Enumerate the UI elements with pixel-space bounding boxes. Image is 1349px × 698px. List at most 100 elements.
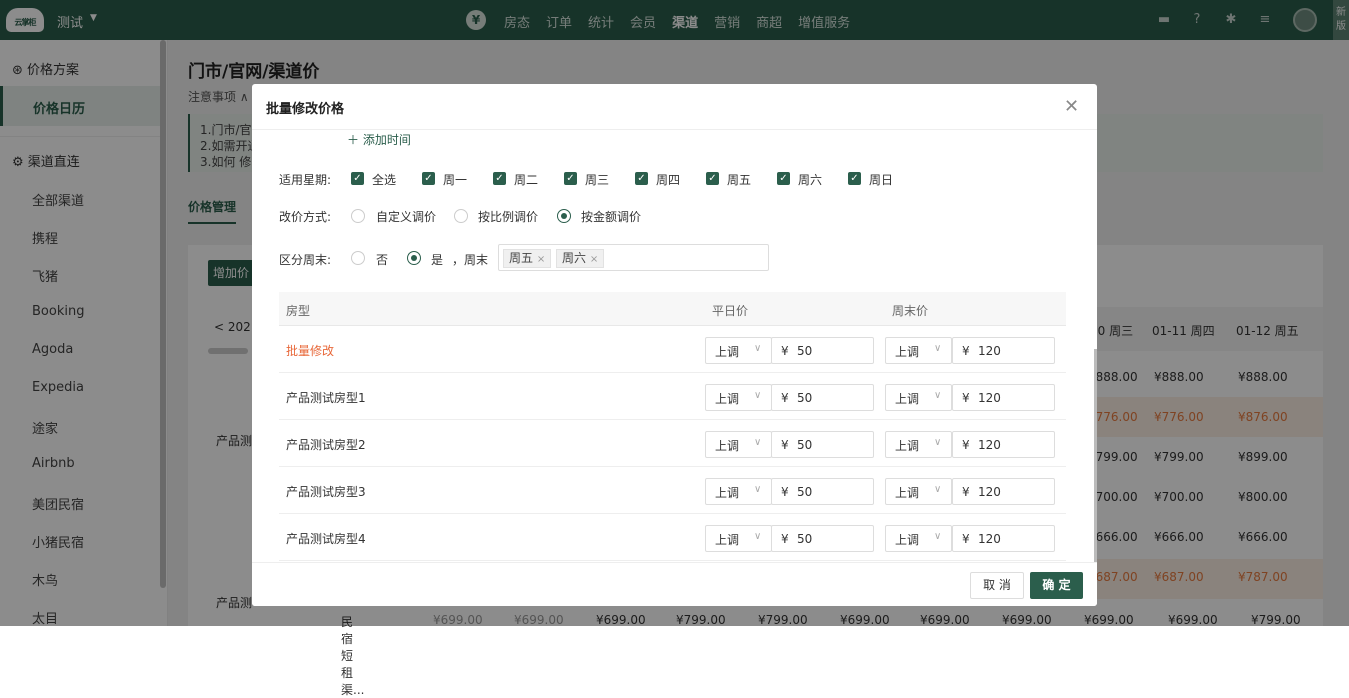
weekend-adjust-select[interactable]: 上调 ∨: [885, 431, 952, 458]
weekday-label: 适用星期:: [279, 173, 332, 187]
close-icon[interactable]: ×: [537, 254, 545, 265]
room-name[interactable]: 批量修改: [286, 342, 334, 359]
weekend-tag-select[interactable]: 周五 × 周六 ×: [498, 244, 769, 271]
radio-weekend-no[interactable]: [351, 251, 365, 265]
method-label: 改价方式:: [279, 210, 332, 224]
dialog-scrollbar[interactable]: [1094, 349, 1097, 564]
room-name: 产品测试房型1: [286, 391, 366, 405]
chevron-down-icon: ∨: [934, 390, 942, 401]
input-value: 50: [797, 344, 813, 358]
room-name: 产品测试房型3: [286, 485, 366, 499]
chevron-down-icon: ∨: [754, 484, 762, 495]
chevron-down-icon: ∨: [754, 390, 762, 401]
column-header: 周末价: [892, 304, 929, 318]
weekday-checkbox[interactable]: ✓: [706, 172, 719, 185]
radio-custom[interactable]: [351, 209, 365, 223]
radio-weekend-yes[interactable]: [407, 251, 421, 265]
radio-ratio[interactable]: [454, 209, 468, 223]
weekday-label[interactable]: 周五: [727, 171, 751, 188]
close-icon[interactable]: ✕: [1064, 96, 1079, 117]
currency-symbol: ¥: [781, 485, 789, 499]
select-value: 上调: [715, 439, 740, 453]
input-value: 120: [978, 438, 1001, 452]
weekday-adjust-select[interactable]: 上调 ∨: [705, 337, 772, 364]
weekday-label[interactable]: 全选: [372, 171, 396, 188]
chevron-down-icon: ∨: [934, 437, 942, 448]
currency-symbol: ¥: [962, 391, 970, 405]
weekday-checkbox[interactable]: ✓: [777, 172, 790, 185]
select-value: 上调: [895, 533, 920, 547]
dialog-footer: 取 消 确 定: [252, 562, 1097, 606]
close-icon[interactable]: ×: [590, 254, 598, 265]
weekday-checkbox[interactable]: ✓: [351, 172, 364, 185]
input-value: 50: [797, 438, 813, 452]
weekday-price-input[interactable]: ¥50: [771, 384, 874, 411]
weekday-price-input[interactable]: ¥50: [771, 337, 874, 364]
weekday-price-input[interactable]: ¥50: [771, 478, 874, 505]
weekday-adjust-select[interactable]: 上调 ∨: [705, 384, 772, 411]
radio-label[interactable]: 否: [376, 251, 388, 268]
weekday-price-input[interactable]: ¥50: [771, 431, 874, 458]
weekend-adjust-select[interactable]: 上调 ∨: [885, 337, 952, 364]
weekday-adjust-select[interactable]: 上调 ∨: [705, 525, 772, 552]
weekday-checkbox[interactable]: ✓: [635, 172, 648, 185]
weekend-label: 区分周末:: [279, 253, 332, 267]
chevron-down-icon: ∨: [934, 343, 942, 354]
weekday-label[interactable]: 周四: [656, 171, 680, 188]
weekend-price-input[interactable]: ¥120: [952, 337, 1055, 364]
chevron-down-icon: ∨: [754, 437, 762, 448]
weekday-label[interactable]: 周二: [514, 171, 538, 188]
room-row: 产品测试房型2 上调 ∨ ¥50 上调 ∨ ¥120: [279, 420, 1066, 467]
weekday-checkbox[interactable]: ✓: [493, 172, 506, 185]
weekday-checkbox[interactable]: ✓: [422, 172, 435, 185]
room-row: 产品测试房型1 上调 ∨ ¥50 上调 ∨ ¥120: [279, 373, 1066, 420]
input-value: 120: [978, 485, 1001, 499]
input-value: 120: [978, 391, 1001, 405]
weekday-checkbox[interactable]: ✓: [564, 172, 577, 185]
radio-label[interactable]: 是: [431, 251, 443, 268]
tag-label: 周六: [562, 251, 587, 265]
currency-symbol: ¥: [781, 391, 789, 405]
radio-label[interactable]: 按金额调价: [581, 208, 641, 225]
radio-amount[interactable]: [557, 209, 571, 223]
room-row: 产品测试房型4 上调 ∨ ¥50 上调 ∨ ¥120: [279, 514, 1066, 561]
weekday-label[interactable]: 周六: [798, 171, 822, 188]
currency-symbol: ¥: [781, 438, 789, 452]
weekend-tag[interactable]: 周六 ×: [556, 249, 605, 268]
weekday-label[interactable]: 周三: [585, 171, 609, 188]
weekend-price-input[interactable]: ¥120: [952, 384, 1055, 411]
input-value: 120: [978, 344, 1001, 358]
table-header: 房型 平日价 周末价: [279, 292, 1066, 326]
batch-edit-dialog: 批量修改价格 ✕ ＋ 添加时间 适用星期: ✓ 全选 ✓ 周一 ✓ 周二 ✓ 周三 ✓ 周四 ✓ 周五…: [252, 84, 1097, 606]
weekday-adjust-select[interactable]: 上调 ∨: [705, 478, 772, 505]
select-value: 上调: [715, 392, 740, 406]
chevron-down-icon: ∨: [934, 484, 942, 495]
add-time-button[interactable]: ＋ 添加时间: [347, 131, 411, 148]
radio-label[interactable]: 自定义调价: [376, 208, 436, 225]
weekday-price-input[interactable]: ¥50: [771, 525, 874, 552]
weekday-label[interactable]: 周一: [443, 171, 467, 188]
room-name: 产品测试房型4: [286, 532, 366, 546]
radio-label[interactable]: 按比例调价: [478, 208, 538, 225]
weekend-adjust-select[interactable]: 上调 ∨: [885, 525, 952, 552]
tag-label: 周五: [509, 251, 534, 265]
select-value: 上调: [895, 486, 920, 500]
select-value: 上调: [715, 533, 740, 547]
weekend-price-input[interactable]: ¥120: [952, 478, 1055, 505]
weekend-tag[interactable]: 周五 ×: [503, 249, 552, 268]
weekend-price-input[interactable]: ¥120: [952, 431, 1055, 458]
weekday-label[interactable]: 周日: [869, 171, 893, 188]
currency-symbol: ¥: [962, 438, 970, 452]
weekend-price-input[interactable]: ¥120: [952, 525, 1055, 552]
weekday-checkbox[interactable]: ✓: [848, 172, 861, 185]
currency-symbol: ¥: [781, 344, 789, 358]
weekday-adjust-select[interactable]: 上调 ∨: [705, 431, 772, 458]
weekend-adjust-select[interactable]: 上调 ∨: [885, 384, 952, 411]
confirm-button[interactable]: 确 定: [1030, 572, 1083, 599]
weekend-adjust-select[interactable]: 上调 ∨: [885, 478, 952, 505]
currency-symbol: ¥: [962, 485, 970, 499]
cancel-button[interactable]: 取 消: [970, 572, 1024, 599]
chevron-down-icon: ∨: [934, 531, 942, 542]
weekend-text: ，周末: [452, 253, 489, 267]
input-value: 50: [797, 532, 813, 546]
